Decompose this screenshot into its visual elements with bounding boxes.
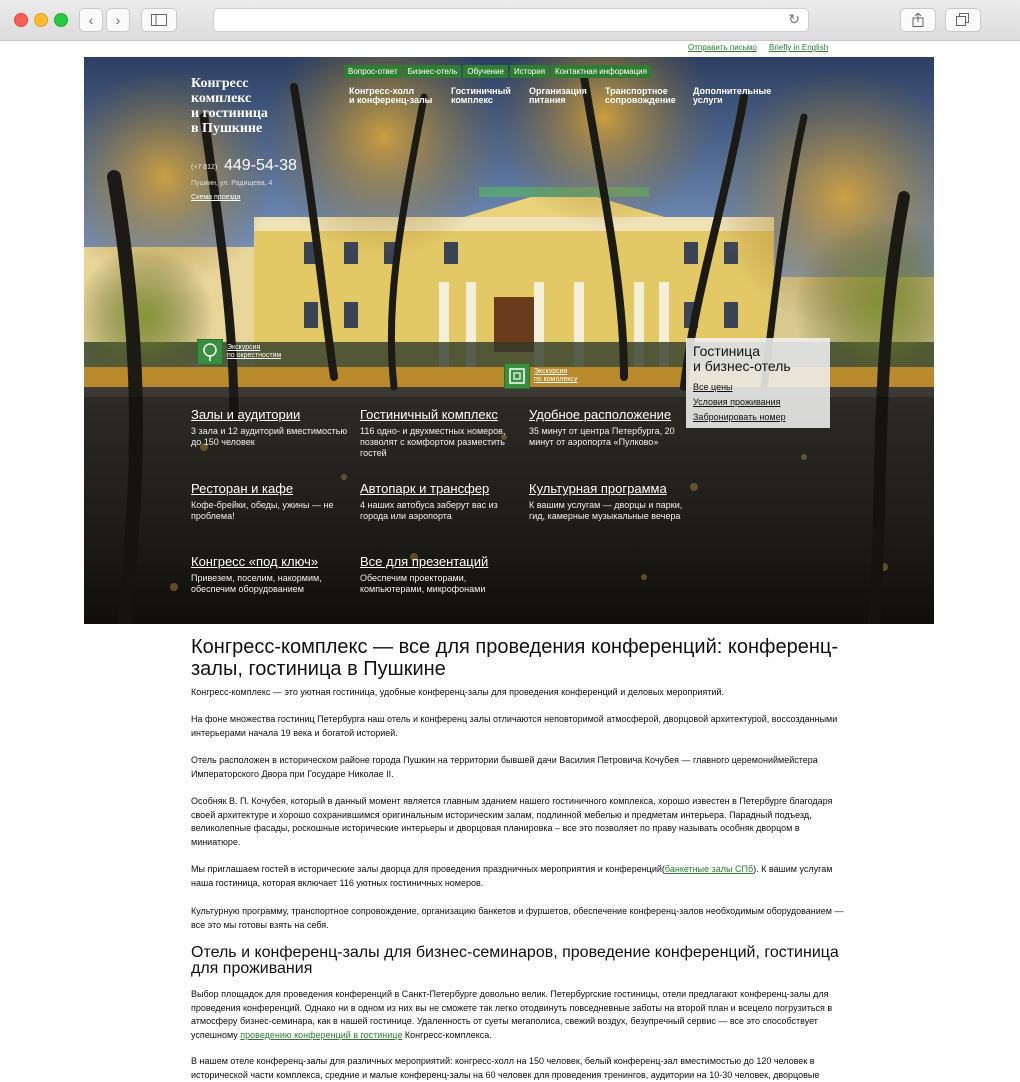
directions-link[interactable]: Схема проезда	[191, 194, 240, 201]
article-paragraph: Отель расположен в историческом районе г…	[191, 755, 818, 779]
feature-desc: К вашим услугам — дворцы и парки, гид, к…	[529, 500, 683, 521]
feature-culture: Культурная программа К вашим услугам — д…	[529, 481, 689, 522]
tabs-icon	[956, 13, 969, 26]
feature-location: Удобное расположение 35 минут от центра …	[529, 407, 689, 448]
zoom-window-button[interactable]	[54, 13, 68, 27]
tour-surroundings-link[interactable]: Экскурсия по окрестностям	[197, 339, 281, 365]
feature-title[interactable]: Гостиничный комплекс	[360, 407, 520, 422]
hotel-box-title: Гостиница и бизнес-отель	[693, 343, 791, 374]
feature-transfer: Автопарк и трансфер 4 наших автобуса заб…	[360, 481, 520, 522]
chevron-right-icon: ›	[115, 12, 121, 28]
all-prices-link[interactable]: Все цены	[693, 382, 733, 392]
sidebar-button[interactable]	[141, 8, 177, 32]
browser-toolbar: ‹ › ↻	[0, 0, 1020, 41]
hotel-box: Гостиница и бизнес-отель Все цены Условия…	[686, 338, 830, 428]
feature-desc: Привезем, поселим, накормим, обеспечим о…	[191, 573, 322, 594]
main-nav-catering[interactable]: Организация питания	[529, 87, 587, 105]
conditions-link[interactable]: Условия проживания	[693, 397, 781, 407]
article-paragraph: В нашем отеле конференц-залы для различн…	[191, 1056, 820, 1080]
feature-title[interactable]: Автопарк и трансфер	[360, 481, 520, 496]
building-icon	[504, 363, 530, 389]
top-nav: Вопрос-ответ Бизнес-отель Обучение Истор…	[344, 65, 651, 78]
article-paragraph: На фоне множества гостиниц Петербурга на…	[191, 714, 838, 738]
feature-desc: Кофе-брейки, обеды, ужины — не проблема!	[191, 500, 334, 521]
phone-number: 449-54-38	[224, 157, 297, 174]
feature-title[interactable]: Культурная программа	[529, 481, 689, 496]
feature-desc: Обеспечим проекторами, компьютерами, мик…	[360, 573, 486, 594]
article-paragraph: Конгресс-комплекс — это уютная гостиница…	[191, 687, 724, 697]
send-letter-link[interactable]: Отправить письмо	[688, 43, 757, 52]
forward-button[interactable]: ›	[106, 8, 130, 32]
share-button[interactable]	[900, 8, 936, 32]
feature-desc: 4 наших автобуса заберут вас из города и…	[360, 500, 498, 521]
feature-desc: 35 минут от центра Петербурга, 20 минут …	[529, 426, 675, 447]
feature-desc: 3 зала и 12 аудиторий вместимостью до 15…	[191, 426, 348, 447]
top-nav-history[interactable]: История	[510, 65, 550, 78]
article-paragraph: Культурную программу, транспортное сопро…	[191, 906, 844, 930]
tabs-button[interactable]	[945, 8, 981, 32]
close-window-button[interactable]	[14, 13, 28, 27]
main-nav-extra-services[interactable]: Дополнительные услуги	[693, 87, 771, 105]
feature-title[interactable]: Конгресс «под ключ»	[191, 554, 351, 569]
top-nav-faq[interactable]: Вопрос-ответ	[344, 65, 402, 78]
feature-title[interactable]: Залы и аудитории	[191, 407, 351, 422]
chevron-left-icon: ‹	[88, 12, 94, 28]
hero-banner: Конгресс комплекс и гостиница в Пушкине …	[84, 57, 934, 624]
tree-icon	[197, 339, 223, 365]
article-paragraph: Мы приглашаем гостей в исторические залы…	[191, 864, 833, 888]
top-nav-training[interactable]: Обучение	[463, 65, 509, 78]
share-icon	[912, 13, 924, 27]
english-link[interactable]: Briefly in English	[769, 43, 828, 52]
section-heading: Отель и конференц-залы для бизнес-семина…	[191, 944, 839, 977]
site-logo[interactable]: Конгресс комплекс и гостиница в Пушкине	[191, 76, 301, 136]
feature-turnkey: Конгресс «под ключ» Привезем, поселим, н…	[191, 554, 351, 595]
address-bar[interactable]: ↻	[213, 8, 809, 32]
feature-restaurant: Ресторан и кафе Кофе-брейки, обеды, ужин…	[191, 481, 351, 522]
feature-title[interactable]: Все для презентаций	[360, 554, 520, 569]
feature-presentations: Все для презентаций Обеспечим проекторам…	[360, 554, 520, 595]
book-room-link[interactable]: Забронировать номер	[693, 412, 786, 422]
feature-desc: 116 одно- и двухместных номеров, позволя…	[360, 426, 506, 458]
phone-prefix: (+7 812)	[191, 164, 218, 171]
tour-complex-link[interactable]: Экскурсия по комплексу	[504, 363, 577, 389]
feature-halls: Залы и аудитории 3 зала и 12 аудиторий в…	[191, 407, 351, 448]
conference-hosting-link[interactable]: проведению конференций в гостинице	[240, 1030, 402, 1040]
top-nav-contacts[interactable]: Контактная информация	[551, 65, 651, 78]
feature-title[interactable]: Удобное расположение	[529, 407, 689, 422]
article-paragraph: Особняк В. П. Кочубея, который в данный …	[191, 796, 833, 848]
top-nav-business-hotel[interactable]: Бизнес-отель	[403, 65, 462, 78]
main-nav-hotel-complex[interactable]: Гостиничный комплекс	[451, 87, 511, 105]
back-button[interactable]: ‹	[79, 8, 103, 32]
main-nav-congress-hall[interactable]: Конгресс-холл и конференц-залы	[349, 87, 432, 105]
feature-title[interactable]: Ресторан и кафе	[191, 481, 351, 496]
feature-hotel: Гостиничный комплекс 116 одно- и двухмес…	[360, 407, 520, 459]
address-text: Пушкин, ул. Радищева, 4	[191, 180, 273, 187]
sidebar-icon	[151, 14, 167, 26]
banquet-halls-link[interactable]: банкетные залы СПб	[665, 864, 753, 874]
page-title: Конгресс-комплекс — все для проведения к…	[191, 636, 838, 680]
reload-icon[interactable]: ↻	[788, 11, 800, 28]
main-nav-transport[interactable]: Транспортное сопровождение	[605, 87, 676, 105]
article-paragraph: Выбор площадок для проведения конференци…	[191, 989, 833, 1041]
minimize-window-button[interactable]	[34, 13, 48, 27]
